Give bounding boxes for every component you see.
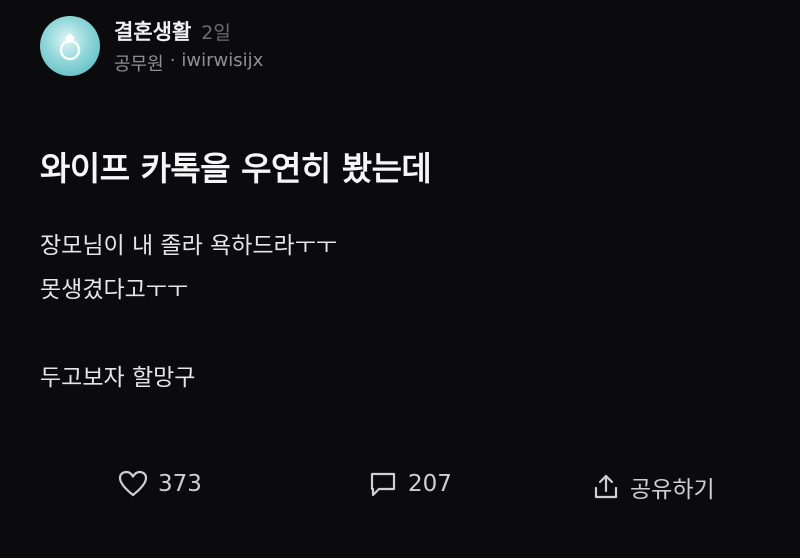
heart-icon xyxy=(118,470,148,497)
share-button[interactable]: 공유하기 xyxy=(592,470,715,504)
post-meta: 결혼생활 2일 공무원 · iwirwisijx xyxy=(114,16,263,76)
meta-separator: · xyxy=(169,50,176,71)
post-header: 결혼생활 2일 공무원 · iwirwisijx xyxy=(40,16,263,76)
share-upload-icon xyxy=(594,474,618,499)
author-info: 공무원 · iwirwisijx xyxy=(114,50,263,76)
channel-name[interactable]: 결혼생활 xyxy=(114,16,191,46)
author-id[interactable]: iwirwisijx xyxy=(181,50,263,76)
like-button[interactable]: 373 xyxy=(118,470,202,498)
post-actions-bar: 373 207 공유하기 xyxy=(0,470,800,514)
body-line-blank xyxy=(40,312,337,356)
post-title: 와이프 카톡을 우연히 봤는데 xyxy=(40,149,432,188)
body-line: 두고보자 할망구 xyxy=(40,365,196,391)
share-label: 공유하기 xyxy=(630,477,715,503)
comment-count: 207 xyxy=(408,471,452,497)
post-card: 결혼생활 2일 공무원 · iwirwisijx 와이프 카톡을 우연히 봤는데… xyxy=(0,0,800,558)
comment-bubble-icon xyxy=(370,472,396,497)
like-count: 373 xyxy=(158,471,202,497)
post-time: 2일 xyxy=(201,22,231,44)
ring-icon xyxy=(59,33,81,61)
meta-top-row: 결혼생활 2일 xyxy=(114,16,263,46)
avatar[interactable] xyxy=(40,16,100,76)
body-line: 못생겼다고ㅜㅜ xyxy=(40,277,189,303)
author-job: 공무원 xyxy=(114,54,164,75)
body-line: 장모님이 내 졸라 욕하드라ㅜㅜ xyxy=(40,233,338,259)
comment-button[interactable]: 207 xyxy=(368,470,452,498)
post-body: 장모님이 내 졸라 욕하드라ㅜㅜ 못생겼다고ㅜㅜ 두고보자 할망구 xyxy=(40,224,337,400)
